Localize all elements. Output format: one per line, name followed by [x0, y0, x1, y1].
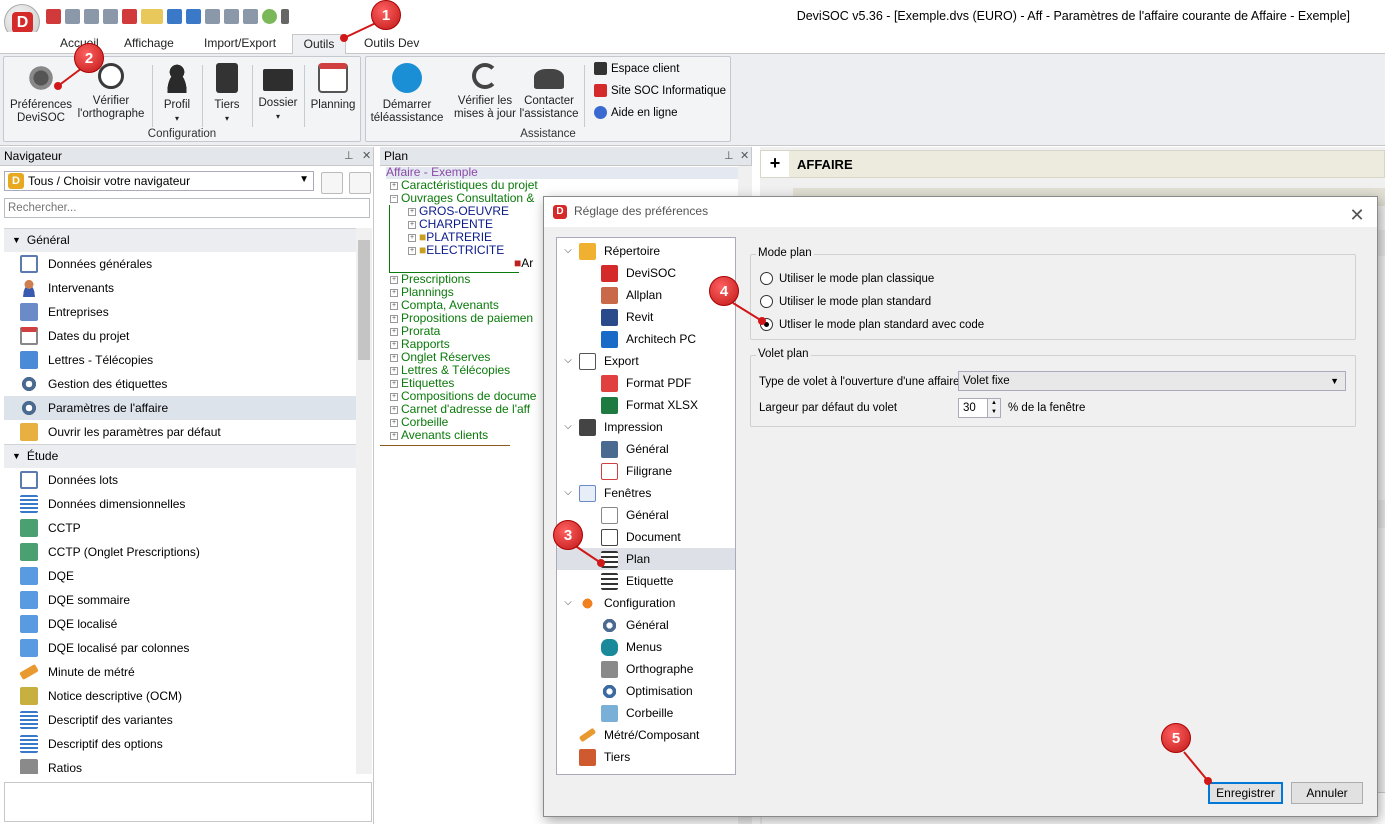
- marker-2: 2: [74, 43, 104, 73]
- marker-dot: [54, 82, 62, 90]
- marker-3: 3: [553, 520, 583, 550]
- marker-dot: [758, 317, 766, 325]
- marker-dot: [340, 34, 348, 42]
- marker-1: 1: [371, 0, 401, 30]
- marker-5: 5: [1161, 723, 1191, 753]
- marker-dot: [1204, 777, 1212, 785]
- marker-4: 4: [709, 276, 739, 306]
- annotation-lines: [57, 21, 1209, 782]
- marker-dot: [597, 559, 605, 567]
